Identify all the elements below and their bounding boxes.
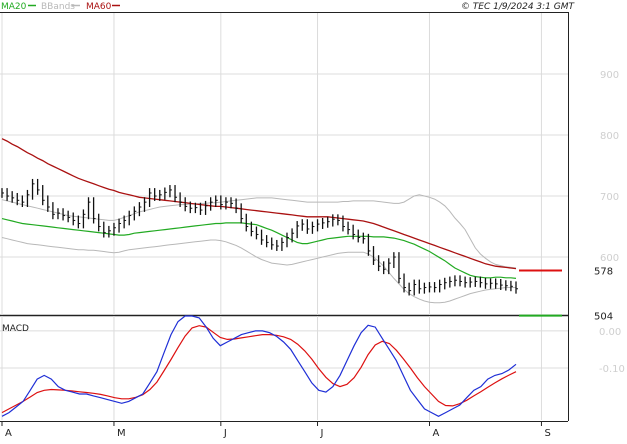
- x-axis: AMJJAS: [1, 421, 551, 439]
- price-ytick-label: 900: [600, 70, 619, 81]
- x-tick-label: S: [544, 428, 550, 439]
- annotations-layer: 578 504: [519, 266, 613, 323]
- x-tick-label: A: [5, 428, 12, 439]
- price-ytick-label: 600: [600, 253, 619, 264]
- ma60-line: [1, 138, 517, 270]
- macd-y-axis: 0.00 -0.10: [599, 327, 625, 375]
- macd-ytick-label: 0.00: [599, 327, 621, 338]
- macd-grid: [0, 316, 568, 420]
- level-label-504: 504: [594, 312, 613, 323]
- x-tick-label: M: [117, 428, 126, 439]
- price-series-layer: [1, 138, 517, 304]
- macd-ytick-label: -0.10: [599, 364, 625, 375]
- x-tick-label: J: [320, 428, 324, 439]
- macd-title: MACD: [2, 324, 29, 334]
- level-label-578: 578: [594, 266, 613, 277]
- price-y-axis: 600 700 800 900: [600, 70, 619, 264]
- price-ytick-label: 800: [600, 131, 619, 142]
- stock-chart: MA20 BBands MA60 © TEC 1/9/2024 3:1 GMT …: [0, 2, 625, 439]
- x-tick-label: A: [432, 428, 439, 439]
- ma20-line: [1, 218, 517, 279]
- legend: MA20 BBands MA60: [1, 2, 120, 12]
- macd-signal-line: [1, 325, 517, 414]
- legend-bbands-label: BBands: [41, 2, 75, 12]
- copyright-text: © TEC 1/9/2024 3:1 GMT: [461, 2, 576, 12]
- x-tick-label: J: [223, 428, 227, 439]
- chart-stage: MA20 BBands MA60 © TEC 1/9/2024 3:1 GMT …: [0, 0, 627, 440]
- legend-ma60-label: MA60: [86, 2, 112, 12]
- legend-ma20-label: MA20: [1, 2, 27, 12]
- price-grid: [0, 13, 568, 315]
- price-ytick-label: 700: [600, 192, 619, 203]
